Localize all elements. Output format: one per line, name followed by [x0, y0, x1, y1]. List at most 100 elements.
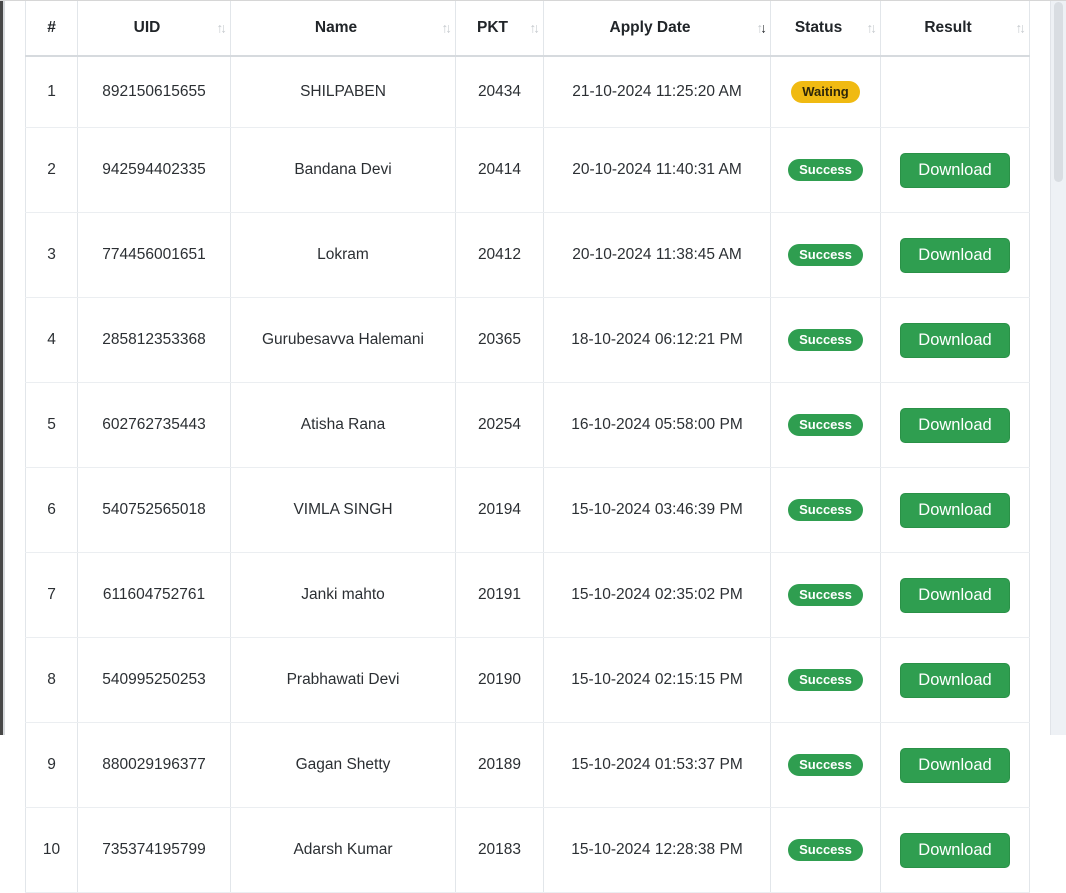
cell-status: Success	[771, 553, 881, 638]
scrollbar-thumb[interactable]	[1054, 2, 1063, 182]
cell-status: Success	[771, 468, 881, 553]
sort-arrows-icon[interactable]: ↑↓	[757, 21, 765, 36]
table-row: 10 735374195799 Adarsh Kumar 20183 15-10…	[26, 808, 1030, 893]
column-header-uid[interactable]: UID ↑↓	[78, 1, 231, 56]
cell-pkt: 20434	[456, 56, 544, 128]
cell-row-number: 7	[26, 553, 78, 638]
download-button[interactable]: Download	[900, 323, 1009, 358]
column-header-label: Name	[315, 19, 357, 36]
status-badge: Success	[788, 159, 863, 182]
cell-apply-date: 21-10-2024 11:25:20 AM	[544, 56, 771, 128]
column-header-label: #	[47, 19, 56, 36]
cell-status: Success	[771, 213, 881, 298]
cell-result	[881, 56, 1030, 128]
status-badge: Waiting	[791, 81, 859, 104]
status-badge: Success	[788, 754, 863, 777]
cell-result: Download	[881, 808, 1030, 893]
cell-pkt: 20191	[456, 553, 544, 638]
cell-uid: 774456001651	[78, 213, 231, 298]
cell-apply-date: 15-10-2024 02:15:15 PM	[544, 638, 771, 723]
column-header-label: Result	[924, 19, 971, 36]
cell-apply-date: 18-10-2024 06:12:21 PM	[544, 298, 771, 383]
table-row: 1 892150615655 SHILPABEN 20434 21-10-202…	[26, 56, 1030, 128]
download-button[interactable]: Download	[900, 408, 1009, 443]
download-button[interactable]: Download	[900, 493, 1009, 528]
download-button[interactable]: Download	[900, 238, 1009, 273]
cell-name: Atisha Rana	[231, 383, 456, 468]
status-badge: Success	[788, 499, 863, 522]
cell-pkt: 20254	[456, 383, 544, 468]
cell-uid: 540752565018	[78, 468, 231, 553]
column-header-pkt[interactable]: PKT ↑↓	[456, 1, 544, 56]
cell-name: Lokram	[231, 213, 456, 298]
table-row: 4 285812353368 Gurubesavva Halemani 2036…	[26, 298, 1030, 383]
cell-row-number: 8	[26, 638, 78, 723]
cell-uid: 611604752761	[78, 553, 231, 638]
cell-name: Gurubesavva Halemani	[231, 298, 456, 383]
sort-arrows-icon[interactable]: ↑↓	[442, 21, 450, 36]
cell-status: Success	[771, 808, 881, 893]
download-button[interactable]: Download	[900, 153, 1009, 188]
cell-apply-date: 15-10-2024 02:35:02 PM	[544, 553, 771, 638]
status-badge: Success	[788, 414, 863, 437]
status-badge: Success	[788, 329, 863, 352]
cell-uid: 942594402335	[78, 128, 231, 213]
cell-row-number: 2	[26, 128, 78, 213]
column-header-apply-date[interactable]: Apply Date ↑↓	[544, 1, 771, 56]
cell-apply-date: 20-10-2024 11:40:31 AM	[544, 128, 771, 213]
cell-pkt: 20189	[456, 723, 544, 808]
sort-arrows-icon[interactable]: ↑↓	[217, 21, 225, 36]
cell-result: Download	[881, 638, 1030, 723]
cell-result: Download	[881, 553, 1030, 638]
cell-row-number: 4	[26, 298, 78, 383]
window-left-edge	[0, 1, 5, 735]
applications-table: # UID ↑↓ Name ↑↓ PKT ↑↓ Appl	[25, 1, 1030, 893]
cell-result: Download	[881, 213, 1030, 298]
status-badge: Success	[788, 244, 863, 267]
cell-result: Download	[881, 468, 1030, 553]
download-button[interactable]: Download	[900, 833, 1009, 868]
column-header-status[interactable]: Status ↑↓	[771, 1, 881, 56]
cell-apply-date: 20-10-2024 11:38:45 AM	[544, 213, 771, 298]
cell-uid: 540995250253	[78, 638, 231, 723]
cell-uid: 892150615655	[78, 56, 231, 128]
sort-arrows-icon[interactable]: ↑↓	[867, 21, 875, 36]
cell-pkt: 20412	[456, 213, 544, 298]
cell-row-number: 5	[26, 383, 78, 468]
download-button[interactable]: Download	[900, 663, 1009, 698]
download-button[interactable]: Download	[900, 748, 1009, 783]
cell-name: Prabhawati Devi	[231, 638, 456, 723]
table-header-row: # UID ↑↓ Name ↑↓ PKT ↑↓ Appl	[26, 1, 1030, 56]
cell-result: Download	[881, 298, 1030, 383]
results-table-page: # UID ↑↓ Name ↑↓ PKT ↑↓ Appl	[0, 0, 1066, 734]
cell-status: Success	[771, 298, 881, 383]
status-badge: Success	[788, 839, 863, 862]
cell-name: Gagan Shetty	[231, 723, 456, 808]
download-button[interactable]: Download	[900, 578, 1009, 613]
column-header-num: #	[26, 1, 78, 56]
table-row: 7 611604752761 Janki mahto 20191 15-10-2…	[26, 553, 1030, 638]
scrollbar-track[interactable]	[1050, 1, 1066, 735]
cell-row-number: 3	[26, 213, 78, 298]
cell-pkt: 20194	[456, 468, 544, 553]
table-row: 8 540995250253 Prabhawati Devi 20190 15-…	[26, 638, 1030, 723]
cell-apply-date: 15-10-2024 12:28:38 PM	[544, 808, 771, 893]
sort-arrows-icon[interactable]: ↑↓	[530, 21, 538, 36]
cell-result: Download	[881, 128, 1030, 213]
cell-status: Success	[771, 128, 881, 213]
sort-arrows-icon[interactable]: ↑↓	[1016, 21, 1024, 36]
cell-apply-date: 15-10-2024 03:46:39 PM	[544, 468, 771, 553]
table-container: # UID ↑↓ Name ↑↓ PKT ↑↓ Appl	[25, 1, 1030, 893]
column-header-label: Apply Date	[610, 19, 691, 36]
cell-status: Success	[771, 638, 881, 723]
cell-name: Bandana Devi	[231, 128, 456, 213]
cell-result: Download	[881, 723, 1030, 808]
column-header-label: UID	[134, 19, 161, 36]
cell-uid: 602762735443	[78, 383, 231, 468]
column-header-result[interactable]: Result ↑↓	[881, 1, 1030, 56]
cell-name: VIMLA SINGH	[231, 468, 456, 553]
status-badge: Success	[788, 669, 863, 692]
table-row: 2 942594402335 Bandana Devi 20414 20-10-…	[26, 128, 1030, 213]
cell-apply-date: 15-10-2024 01:53:37 PM	[544, 723, 771, 808]
column-header-name[interactable]: Name ↑↓	[231, 1, 456, 56]
